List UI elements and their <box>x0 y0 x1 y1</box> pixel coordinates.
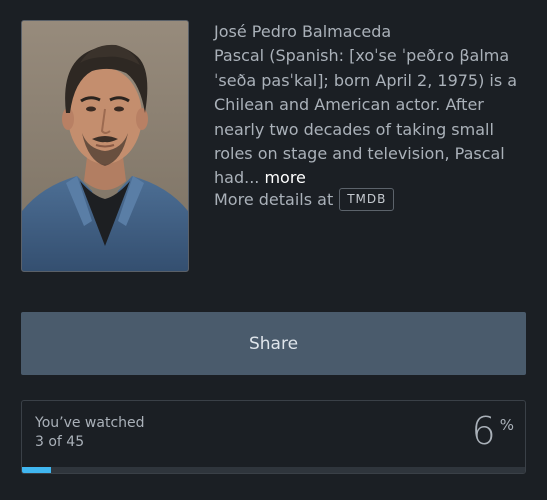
person-detail-page: José Pedro Balmaceda Pascal (Spanish: [x… <box>0 0 547 500</box>
watched-percent-value: 6 <box>471 409 496 453</box>
watched-summary: You’ve watched 3 of 45 <box>35 414 145 452</box>
more-link[interactable]: more <box>264 168 305 187</box>
portrait-image <box>22 21 188 271</box>
watched-progress-fill <box>22 467 52 473</box>
details-prefix: More details at <box>214 190 334 209</box>
watched-progress-bar <box>22 467 525 473</box>
details-row: More details at TMDB <box>214 188 395 211</box>
tmdb-link-badge[interactable]: TMDB <box>339 188 395 211</box>
watched-percent: 6 % <box>472 409 514 453</box>
watched-percent-symbol: % <box>499 416 514 434</box>
watched-progress-card: You’ve watched 3 of 45 6 % <box>21 400 526 474</box>
share-button[interactable]: Share <box>21 312 526 375</box>
watched-count: 3 of 45 <box>35 434 85 450</box>
person-bio: José Pedro Balmaceda Pascal (Spanish: [x… <box>214 20 532 191</box>
bio-text: Pascal (Spanish: [xoˈse ˈpeðɾo βalmaˈseð… <box>214 46 518 188</box>
watched-label: You’ve watched <box>35 415 145 431</box>
person-portrait <box>21 20 189 272</box>
person-name: José Pedro Balmaceda <box>214 22 392 41</box>
